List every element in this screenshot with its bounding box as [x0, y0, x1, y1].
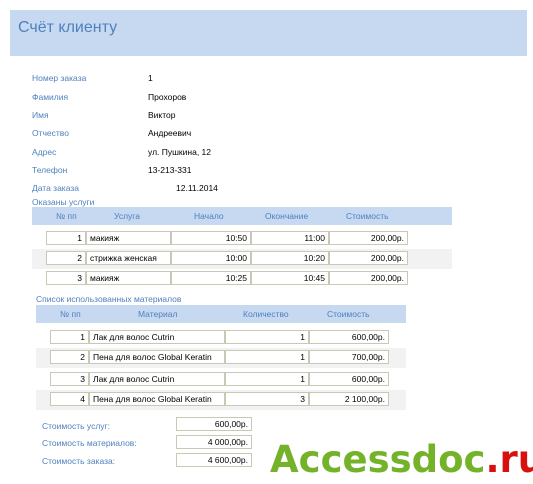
name-value: Виктор — [148, 110, 176, 120]
table-row: 4 Пена для волос Global Keratin 3 2 100,… — [36, 390, 406, 410]
material-qty: 3 — [225, 392, 309, 406]
date-value: 12.11.2014 — [176, 183, 218, 193]
material-qty: 1 — [225, 372, 309, 386]
materials-section-title: Список использованных материалов — [36, 294, 182, 304]
material-num: 3 — [50, 372, 89, 386]
materials-total-label: Стоимость материалов: — [42, 438, 137, 448]
services-col-num: № пп — [56, 211, 77, 221]
materials-col-num: № пп — [60, 309, 81, 319]
service-start: 10:25 — [171, 271, 251, 285]
address-value: ул. Пушкина, 12 — [148, 147, 211, 157]
services-col-start: Начало — [194, 211, 224, 221]
materials-col-material: Материал — [138, 309, 178, 319]
page-title: Счёт клиенту — [18, 19, 118, 36]
service-num: 3 — [46, 271, 86, 285]
order-total-label: Стоимость заказа: — [42, 456, 116, 466]
material-num: 4 — [50, 392, 89, 406]
material-name: Пена для волос Global Keratin — [89, 350, 225, 364]
service-cost: 200,00р. — [329, 271, 408, 285]
service-end: 10:20 — [251, 251, 329, 265]
materials-total-value: 4 000,00р. — [176, 435, 252, 449]
material-name: Лак для волос Cutrin — [89, 330, 225, 344]
patronymic-value: Андреевич — [148, 128, 192, 138]
service-cost: 200,00р. — [329, 251, 408, 265]
table-row: 2 Пена для волос Global Keratin 1 700,00… — [36, 348, 406, 368]
service-name: стрижка женская — [86, 251, 171, 265]
material-name: Лак для волос Cutrin — [89, 372, 225, 386]
watermark-text-main: Accessdoc — [270, 438, 486, 481]
table-row: 1 Лак для волос Cutrin 1 600,00р. — [36, 328, 406, 348]
material-qty: 1 — [225, 330, 309, 344]
report-header: Счёт клиенту — [10, 10, 527, 56]
services-col-cost: Стоимость — [346, 211, 389, 221]
materials-col-qty: Количество — [243, 309, 289, 319]
service-name: макияж — [86, 231, 171, 245]
address-label: Адрес — [32, 147, 57, 157]
services-section-title: Оказаны услуги — [32, 197, 95, 207]
material-num: 2 — [50, 350, 89, 364]
service-name: макияж — [86, 271, 171, 285]
service-num: 2 — [46, 251, 86, 265]
material-cost: 600,00р. — [309, 372, 389, 386]
service-start: 10:00 — [171, 251, 251, 265]
surname-value: Прохоров — [148, 92, 187, 102]
order-total-value: 4 600,00р. — [176, 453, 252, 467]
material-cost: 600,00р. — [309, 330, 389, 344]
service-start: 10:50 — [171, 231, 251, 245]
order-number-value: 1 — [148, 73, 153, 83]
table-row: 3 Лак для волос Cutrin 1 600,00р. — [36, 370, 406, 390]
services-col-service: Услуга — [114, 211, 140, 221]
date-label: Дата заказа — [32, 183, 79, 193]
name-label: Имя — [32, 110, 49, 120]
material-cost: 2 100,00р. — [309, 392, 389, 406]
service-end: 11:00 — [251, 231, 329, 245]
watermark-text-domain: .ru — [485, 438, 533, 481]
site-watermark-logo: Accessdoc.ru — [270, 438, 533, 481]
material-name: Пена для волос Global Keratin — [89, 392, 225, 406]
materials-header: № пп Материал Количество Стоимость — [36, 305, 406, 323]
services-total-value: 600,00р. — [176, 417, 252, 431]
services-col-end: Окончание — [265, 211, 309, 221]
table-row: 2 стрижка женская 10:00 10:20 200,00р. — [32, 249, 452, 269]
services-header: № пп Услуга Начало Окончание Стоимость — [32, 207, 452, 225]
material-cost: 700,00р. — [309, 350, 389, 364]
material-qty: 1 — [225, 350, 309, 364]
order-number-label: Номер заказа — [32, 73, 87, 83]
service-end: 10:45 — [251, 271, 329, 285]
service-cost: 200,00р. — [329, 231, 408, 245]
phone-value: 13-213-331 — [148, 165, 192, 175]
table-row: 1 макияж 10:50 11:00 200,00р. — [32, 229, 452, 249]
surname-label: Фамилия — [32, 92, 69, 102]
phone-label: Телефон — [32, 165, 68, 175]
table-row: 3 макияж 10:25 10:45 200,00р. — [32, 269, 452, 289]
patronymic-label: Отчество — [32, 128, 69, 138]
services-total-label: Стоимость услуг: — [42, 421, 110, 431]
materials-col-cost: Стоимость — [327, 309, 370, 319]
material-num: 1 — [50, 330, 89, 344]
service-num: 1 — [46, 231, 86, 245]
